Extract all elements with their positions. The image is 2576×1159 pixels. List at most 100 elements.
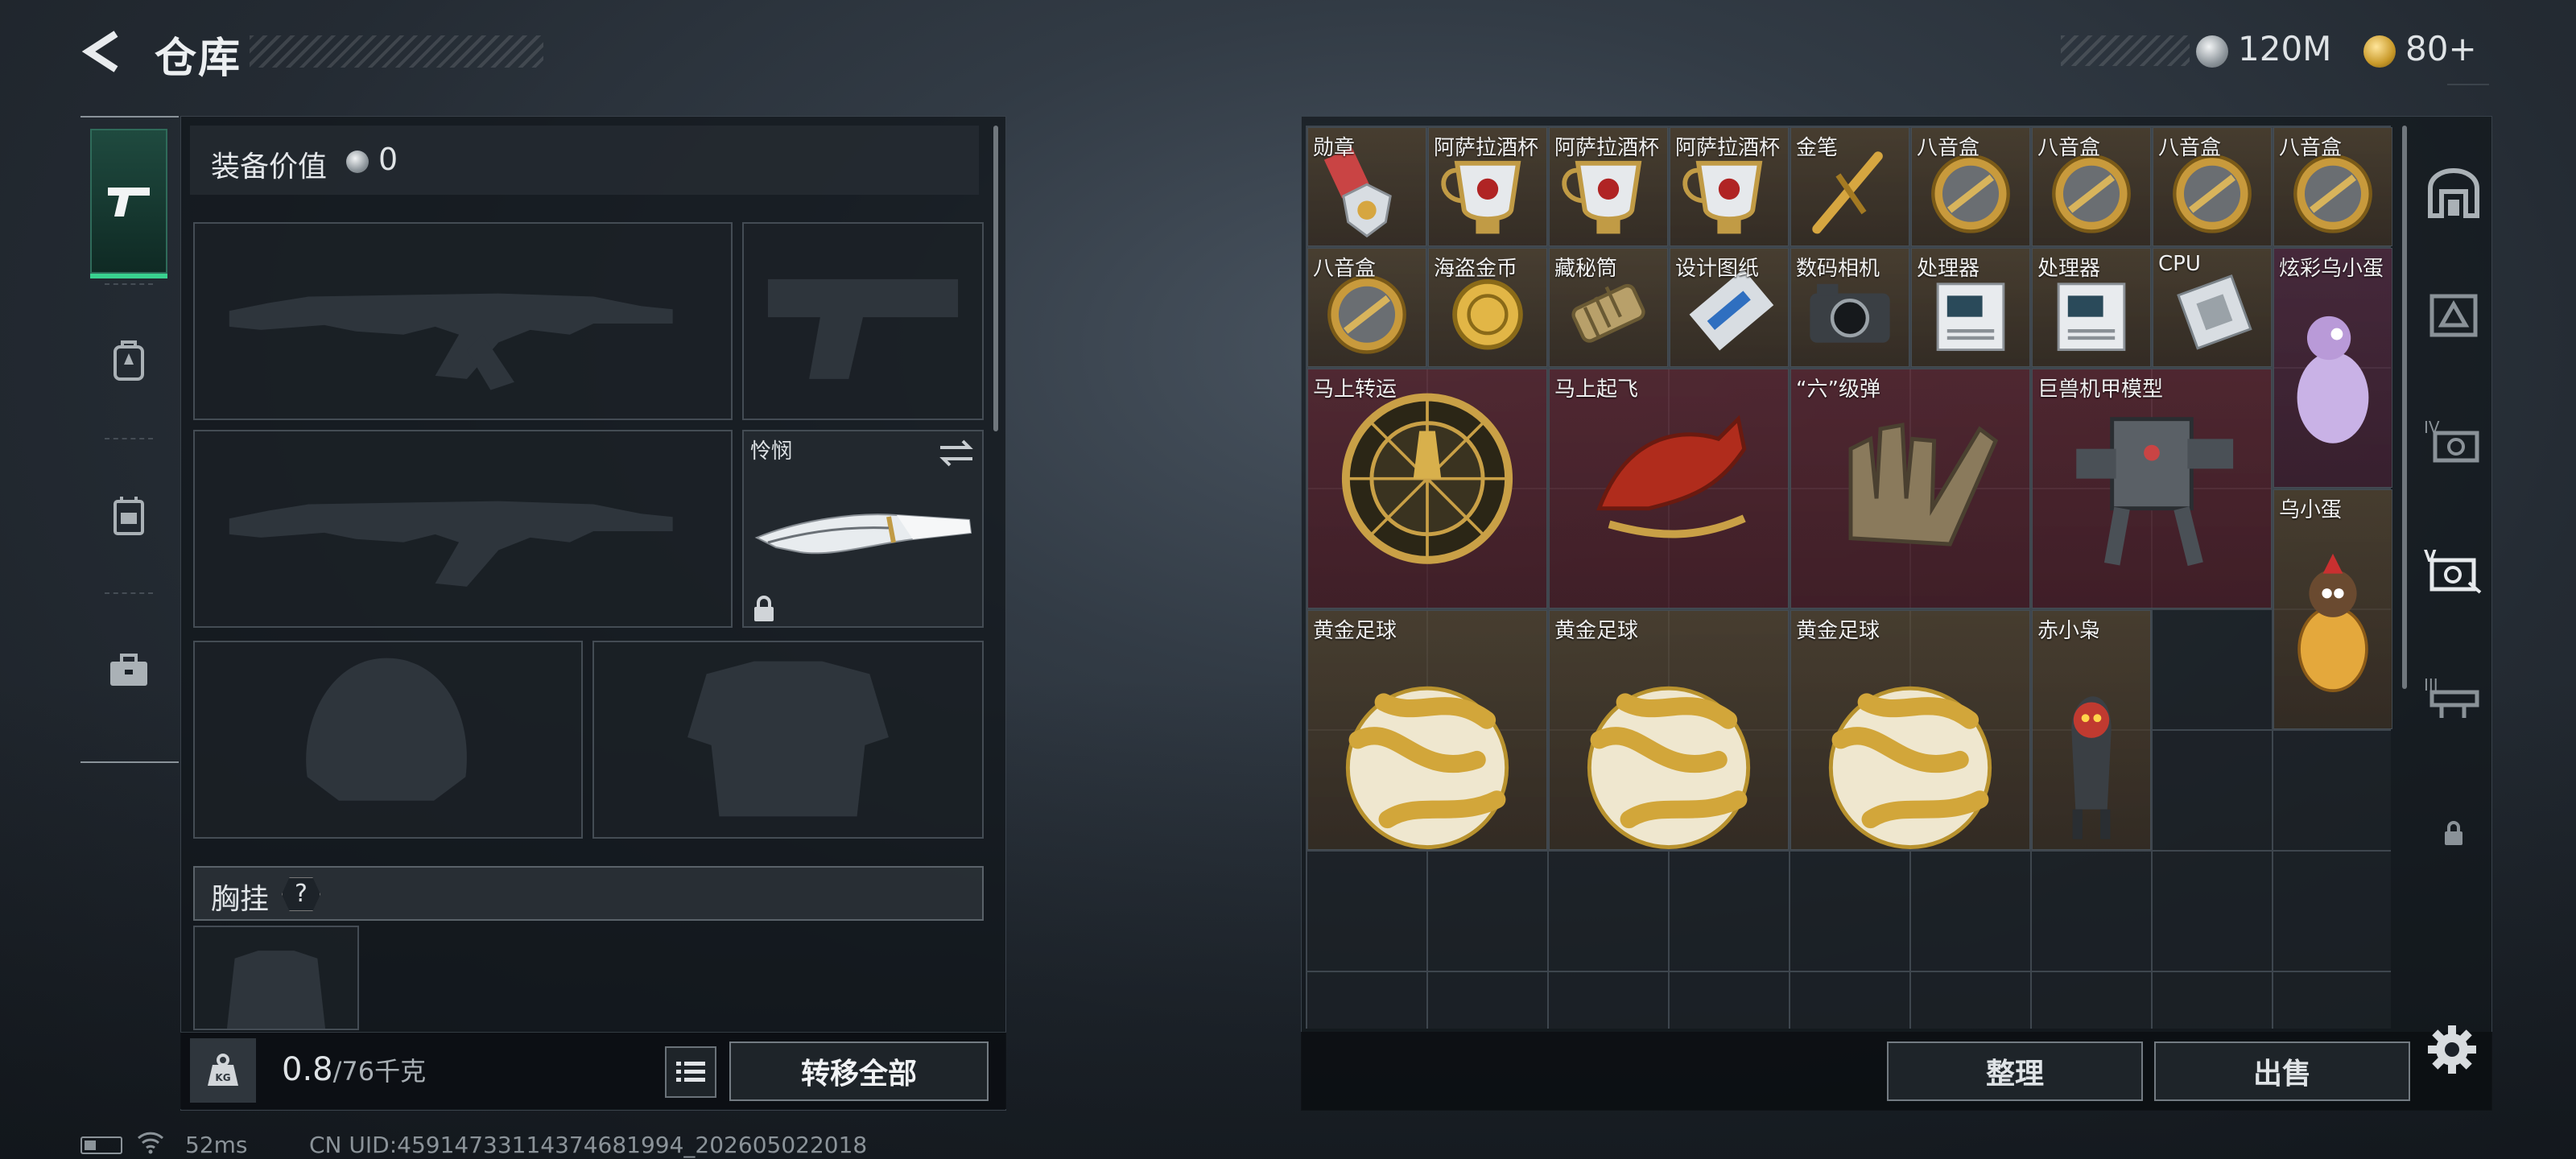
warehouse-item[interactable]: “六”级弹 [1790,369,2030,608]
armor-slot[interactable] [592,641,984,839]
gold-football-icon [1828,686,1992,849]
level-three-icon: III [2424,675,2479,718]
tab-locked[interactable] [2421,802,2486,866]
warehouse-item[interactable]: 勋章 [1307,127,1426,246]
warehouse-scrollbar[interactable] [2402,126,2407,689]
armor-silhouette-icon [687,661,889,817]
transfer-all-button[interactable]: 转移全部 [729,1041,989,1101]
tab-warehouse-4[interactable]: IV [2421,409,2486,473]
primary-weapon-slot[interactable] [193,222,733,420]
item-name: 乌小蛋 [2279,498,2343,522]
tab-weapons[interactable] [90,129,167,278]
warehouse-item[interactable]: 处理器 [1911,248,2030,367]
warehouse-item[interactable]: 八音盒 [1911,127,2030,246]
item-name: 黄金足球 [1796,619,1880,643]
storage-box-icon [2429,294,2478,337]
warehouse-item[interactable]: 藏秘筒 [1549,248,1668,367]
warehouse-item[interactable]: 阿萨拉酒杯 [1549,127,1668,246]
sort-button[interactable]: 整理 [1887,1041,2143,1101]
settings-gear-icon[interactable] [2426,1024,2478,1075]
warehouse-item[interactable]: 数码相机 [1790,248,1909,367]
ping-readout: 52ms [185,1132,248,1158]
silver-currency-amount[interactable]: 120M [2238,29,2331,68]
tab-warehouse-3[interactable]: III [2421,666,2486,731]
item-name: 马上转运 [1313,377,1397,402]
warehouse-item[interactable]: 马上转运 [1307,369,1547,608]
weight-readout: 0.8/76千克 [282,1051,426,1088]
warehouse-item[interactable]: 巨兽机甲模型 [2032,369,2272,608]
warehouse-item[interactable]: 黄金足球 [1307,610,1547,850]
warehouse-item[interactable]: CPU [2153,248,2272,367]
item-name: 炫彩乌小蛋 [2279,257,2384,281]
warehouse-item[interactable]: 阿萨拉酒杯 [1670,127,1789,246]
item-name: 巨兽机甲模型 [2037,377,2164,402]
item-name: 黄金足球 [1313,619,1397,643]
gold-currency-amount[interactable]: 80+ [2405,29,2477,68]
item-name: 处理器 [2037,257,2101,281]
equipment-scrollbar[interactable] [993,126,998,431]
corner-decoration [2447,84,2489,95]
sell-button[interactable]: 出售 [2154,1041,2410,1101]
silver-coin-icon [2196,35,2228,68]
sidearm-slot[interactable] [742,222,984,420]
helmet-slot[interactable] [193,641,583,839]
item-name: 数码相机 [1796,257,1880,281]
chest-rig-label: 胸挂 [211,883,270,916]
warehouse-item[interactable]: 乌小蛋 [2273,489,2392,729]
rifle-silhouette-icon [229,501,673,587]
warehouse-item[interactable]: 阿萨拉酒杯 [1428,127,1547,246]
toolbox-icon [110,654,147,686]
list-view-button[interactable] [665,1046,716,1098]
warehouse-item[interactable]: 炫彩乌小蛋 [2273,248,2392,488]
item-name: 金笔 [1796,136,1839,160]
item-name: 八音盒 [1917,136,1980,160]
warehouse-item[interactable]: 八音盒 [1307,248,1426,367]
warehouse-item[interactable]: 海盗金币 [1428,248,1547,367]
item-name: 八音盒 [1313,257,1377,281]
tab-warehouse-5[interactable]: V [2421,538,2486,602]
secondary-weapon-slot[interactable] [193,430,733,628]
melee-slot[interactable]: 怜悯 [742,430,984,628]
level-four-icon: IV [2424,418,2479,463]
title-decoration [250,35,543,68]
warehouse-item[interactable]: 黄金足球 [1549,610,1789,850]
tab-warehouse-main[interactable] [2421,161,2486,225]
rifle-silhouette-icon [229,293,673,390]
hand-sign-icon [1848,423,1999,547]
tab-vest[interactable] [90,443,167,588]
item-name: “六”级弹 [1796,377,1880,402]
lock-icon [2445,821,2462,845]
chest-help-button[interactable]: ? [282,877,320,911]
mech-model-icon [2076,417,2234,567]
item-name: 赤小枭 [2037,619,2101,643]
level-five-icon: V [2424,547,2482,594]
warehouse-item[interactable]: 八音盒 [2032,127,2151,246]
knife-icon [754,514,972,555]
pistol-silhouette-icon [767,278,959,379]
user-uid: CN UID:45914733114374681994_202605022018 [309,1132,868,1158]
list-icon [676,1062,705,1082]
warehouse-item[interactable]: 黄金足球 [1790,610,2030,850]
back-arrow-icon[interactable] [80,29,126,74]
equipment-tabs [80,116,179,763]
tab-toolbox[interactable] [90,597,167,742]
item-name: 八音盒 [2279,136,2343,160]
gold-football-icon [1345,686,1509,849]
warehouse-item[interactable]: 处理器 [2032,248,2151,367]
gold-coin-icon [2363,35,2396,68]
chest-rig-slot[interactable] [193,926,359,1030]
item-name: 处理器 [1917,257,1980,281]
warehouse-item[interactable]: 赤小枭 [2032,610,2151,850]
equipment-value: 0 [378,142,398,177]
fortune-wheel-icon [1341,393,1513,564]
backpack-icon [114,340,144,381]
warehouse-item[interactable]: 马上起飞 [1549,369,1789,608]
warehouse-item[interactable]: 设计图纸 [1670,248,1789,367]
warehouse-item[interactable]: 八音盒 [2153,127,2272,246]
swap-icon[interactable] [937,438,976,468]
horse-statue-icon [1596,415,1747,538]
tab-warehouse-2[interactable] [2421,283,2486,348]
warehouse-item[interactable]: 八音盒 [2273,127,2392,246]
tab-backpack[interactable] [90,288,167,433]
warehouse-item[interactable]: 金笔 [1790,127,1909,246]
